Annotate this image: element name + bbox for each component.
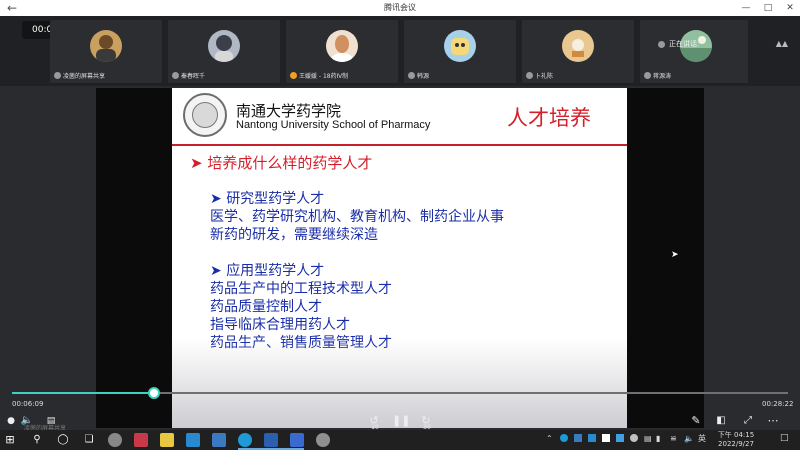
participant-label: 卜礼陈	[526, 71, 553, 80]
current-time: 00:06:09	[12, 400, 44, 408]
avatar	[562, 30, 594, 62]
research-title: ➤ 研究型药学人才	[210, 191, 325, 207]
applied-line: 药品质量控制人才	[210, 299, 322, 315]
avatar	[444, 30, 476, 62]
meeting-app-icon[interactable]	[290, 433, 304, 447]
app-icon[interactable]	[186, 433, 200, 447]
pause-icon[interactable]: ❚❚	[392, 413, 410, 429]
participant-tile[interactable]: 王媛媛 - 18药Ⅳ制	[286, 20, 398, 83]
more-icon[interactable]: ⋯	[764, 413, 782, 429]
school-name-cn: 南通大学药学院	[236, 102, 342, 120]
cartoon-avatar-icon	[451, 38, 469, 55]
speaking-wave-icon: ▲▲	[775, 39, 788, 48]
window-title: 腾讯会议	[384, 3, 416, 12]
research-line: 医学、药学研究机构、教育机构、制药企业从事	[210, 209, 504, 225]
bullet-arrow-icon: ➤	[210, 263, 222, 279]
tray-app-icon[interactable]	[588, 434, 596, 442]
mic-muted-icon	[526, 72, 533, 79]
clock[interactable]: 下午 04:15 2022/9/27	[710, 431, 762, 449]
windows-start-icon[interactable]: ⊞	[3, 433, 17, 447]
avatar	[208, 30, 240, 62]
input-method[interactable]: 英	[698, 434, 706, 443]
window-title-bar: ← 腾讯会议 — □ ✕	[0, 0, 800, 16]
speaker-icon[interactable]: 🔈	[684, 434, 694, 443]
pen-icon[interactable]: ✎	[688, 413, 704, 429]
minimize-icon[interactable]: —	[736, 0, 756, 16]
playback-progress-bar[interactable]	[12, 387, 788, 399]
presentation-slide: 南通大学药学院 Nantong University School of Pha…	[172, 88, 627, 428]
applied-line: 药品生产中的工程技术型人才	[210, 281, 392, 297]
search-icon[interactable]: ⚲	[30, 433, 44, 447]
header-divider	[172, 144, 627, 146]
app-icon[interactable]	[134, 433, 148, 447]
speaking-indicator: 正在讲话: ▲▲	[658, 36, 788, 52]
clock-time: 下午 04:15	[717, 431, 755, 439]
progress-handle[interactable]	[148, 387, 160, 399]
participant-tile[interactable]: 卜礼陈	[522, 20, 634, 83]
maximize-icon[interactable]: □	[758, 0, 778, 16]
screen-share-icon	[54, 72, 61, 79]
person-icon	[96, 35, 116, 62]
mic-muted-icon	[172, 72, 179, 79]
tray-app-icon[interactable]	[602, 434, 610, 442]
battery-icon[interactable]: ▮	[656, 434, 660, 443]
participant-tile[interactable]: 凌菌的屏幕共享	[50, 20, 162, 83]
clock-date: 2022/9/27	[718, 440, 754, 448]
app-icon[interactable]	[212, 433, 226, 447]
mic-icon	[658, 40, 665, 48]
participant-tile[interactable]: 韩源	[404, 20, 516, 83]
participant-label: 韩源	[408, 71, 429, 80]
cortana-icon[interactable]: ◯	[56, 433, 70, 447]
mic-icon[interactable]: ●	[4, 413, 18, 429]
picture-in-picture-icon[interactable]: ◧	[712, 413, 730, 429]
person-icon	[215, 35, 233, 62]
speaking-label: 正在讲话:	[669, 40, 700, 48]
research-line: 新药的研发，需要继续深造	[210, 227, 378, 243]
avatar	[90, 30, 122, 62]
edge-browser-icon[interactable]	[238, 433, 252, 447]
applied-line: 指导临床合理用药人才	[210, 317, 350, 333]
avatar	[326, 30, 358, 62]
word-icon[interactable]	[264, 433, 278, 447]
mic-muted-icon	[644, 72, 651, 79]
university-seal-icon	[183, 93, 227, 137]
user-badge-icon	[290, 72, 297, 79]
person-icon	[332, 35, 352, 62]
tray-app-icon[interactable]	[616, 434, 624, 442]
participant-label: 王媛媛 - 18药Ⅳ制	[290, 71, 348, 80]
participant-tile[interactable]: 秦春晖千	[168, 20, 280, 83]
tray-expand-icon[interactable]: ⌃	[546, 434, 553, 443]
slide-heading: ➤ 培养成什么样的药学人才	[190, 154, 373, 172]
wifi-icon[interactable]: ≌	[670, 434, 677, 443]
bullet-arrow-icon: ➤	[190, 154, 203, 172]
tray-app-icon[interactable]	[560, 434, 568, 442]
close-icon[interactable]: ✕	[780, 0, 800, 16]
participant-label: 蒋源涛	[644, 71, 671, 80]
app-icon[interactable]	[316, 433, 330, 447]
bullet-arrow-icon: ➤	[210, 191, 222, 207]
tray-app-icon[interactable]	[630, 434, 638, 442]
tray-app-icon[interactable]	[574, 434, 582, 442]
section-title: 人才培养	[507, 106, 591, 130]
notification-icon[interactable]: □	[780, 434, 789, 443]
total-time: 00:28:22	[762, 400, 794, 408]
participant-label: 秦春晖千	[172, 71, 205, 80]
exit-fullscreen-icon[interactable]: ⤢	[740, 413, 756, 429]
task-view-icon[interactable]: ❏	[82, 433, 96, 447]
cartoon-avatar-icon	[572, 39, 584, 57]
school-name-en: Nantong University School of Pharmacy	[236, 119, 431, 131]
app-icon[interactable]	[108, 433, 122, 447]
mic-muted-icon	[408, 72, 415, 79]
mouse-cursor-icon: ➤	[671, 250, 679, 260]
progress-fill	[12, 392, 154, 394]
participant-label: 凌菌的屏幕共享	[54, 71, 105, 80]
applied-title: ➤ 应用型药学人才	[210, 263, 325, 279]
app-icon[interactable]	[160, 433, 174, 447]
network-icon[interactable]: ▤	[644, 434, 652, 443]
